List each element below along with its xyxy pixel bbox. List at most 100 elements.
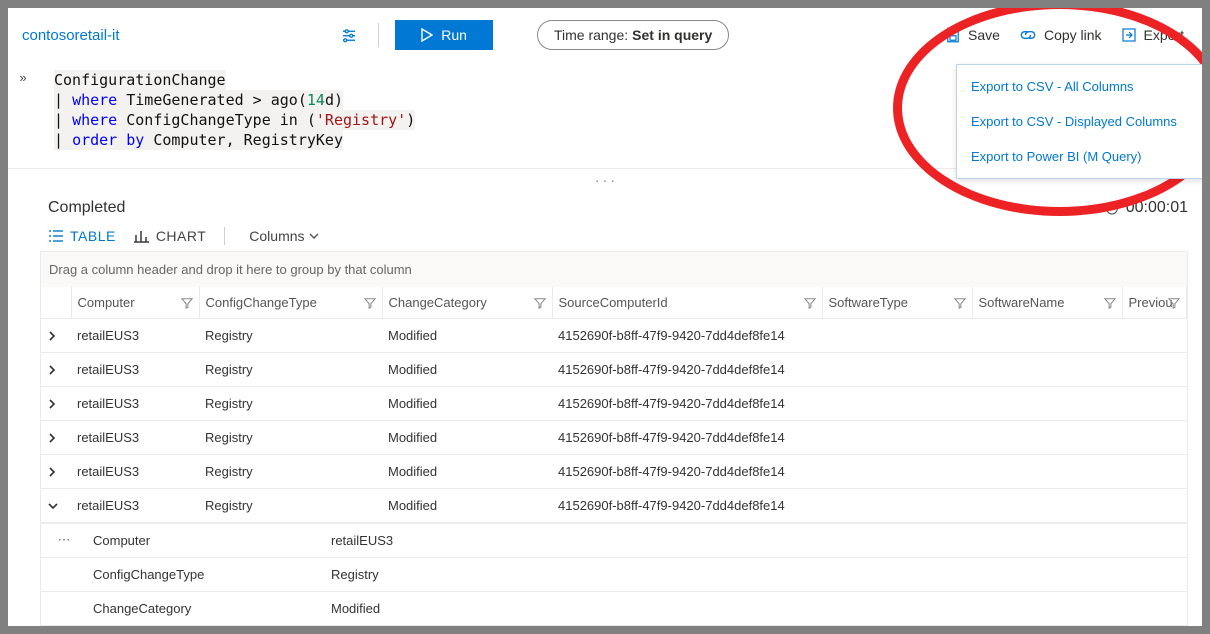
table-row: retailEUS3RegistryModified4152690f-b8ff-…	[41, 353, 1187, 387]
export-menu-item[interactable]: Export to Power BI (M Query)	[957, 139, 1202, 174]
cell	[822, 489, 972, 523]
cell: Modified	[382, 353, 552, 387]
cell: Registry	[199, 455, 382, 489]
view-toggle-bar: TABLE CHART Columns	[8, 217, 1202, 251]
detail-more-icon[interactable]	[41, 558, 87, 591]
export-icon	[1120, 26, 1138, 44]
column-header[interactable]: SourceComputerId	[552, 287, 822, 319]
cell	[822, 319, 972, 353]
time-range-dropdown[interactable]: Time range: Set in query	[537, 20, 729, 50]
save-icon	[944, 26, 962, 44]
column-header[interactable]: Previou	[1122, 287, 1187, 319]
cell: retailEUS3	[71, 387, 199, 421]
toolbar-separator	[378, 23, 379, 47]
cell	[1122, 387, 1187, 421]
detail-key: ChangeCategory	[87, 592, 325, 625]
filter-icon[interactable]	[181, 297, 193, 309]
cell: Modified	[382, 387, 552, 421]
table-row: retailEUS3RegistryModified4152690f-b8ff-…	[41, 455, 1187, 489]
cell: retailEUS3	[71, 319, 199, 353]
detail-more-icon[interactable]	[41, 592, 87, 625]
table-view-toggle[interactable]: TABLE	[48, 228, 116, 244]
detail-key: Computer	[87, 524, 325, 557]
row-expand-icon[interactable]	[41, 319, 71, 353]
cell: retailEUS3	[71, 353, 199, 387]
cell	[972, 421, 1122, 455]
cell: 4152690f-b8ff-47f9-9420-7dd4def8fe14	[552, 455, 822, 489]
cell	[822, 353, 972, 387]
cell: Modified	[382, 421, 552, 455]
export-menu-item[interactable]: Export to CSV - Displayed Columns	[957, 104, 1202, 139]
row-expand-icon[interactable]	[41, 421, 71, 455]
chart-icon	[134, 229, 150, 243]
row-expand-icon[interactable]	[41, 455, 71, 489]
detail-key: ConfigChangeType	[87, 558, 325, 591]
cell: Modified	[382, 489, 552, 523]
run-button[interactable]: Run	[395, 20, 493, 50]
run-label: Run	[441, 27, 467, 43]
cell: Registry	[199, 387, 382, 421]
row-expand-icon[interactable]	[41, 387, 71, 421]
columns-dropdown[interactable]: Columns	[243, 228, 318, 244]
export-menu-item[interactable]: Export to CSV - All Columns	[957, 69, 1202, 104]
cell	[822, 387, 972, 421]
detail-row: ConfigChangeTypeRegistry	[41, 558, 1187, 592]
filter-icon[interactable]	[1168, 297, 1180, 309]
cell: Registry	[199, 421, 382, 455]
row-expand-icon[interactable]	[41, 353, 71, 387]
status-bar: Completed 00:00:01	[8, 191, 1202, 217]
query-timer: 00:00:01	[1104, 199, 1188, 217]
cell	[972, 489, 1122, 523]
detail-row: ⋯ComputerretailEUS3	[41, 524, 1187, 558]
chevron-down-icon	[309, 231, 319, 241]
cell	[1122, 421, 1187, 455]
settings-icon[interactable]	[336, 22, 362, 48]
cell: 4152690f-b8ff-47f9-9420-7dd4def8fe14	[552, 489, 822, 523]
table-row: retailEUS3RegistryModified4152690f-b8ff-…	[41, 421, 1187, 455]
detail-value: Registry	[325, 558, 1187, 591]
cell: retailEUS3	[71, 489, 199, 523]
cell	[1122, 353, 1187, 387]
row-details-panel: ⋯ComputerretailEUS3ConfigChangeTypeRegis…	[40, 524, 1188, 626]
column-header[interactable]: SoftwareName	[972, 287, 1122, 319]
cell	[822, 455, 972, 489]
filter-icon[interactable]	[1104, 297, 1116, 309]
copy-link-button[interactable]: Copy link	[1014, 22, 1106, 48]
table-row: retailEUS3RegistryModified4152690f-b8ff-…	[41, 489, 1187, 523]
table-icon	[48, 229, 64, 243]
cell	[972, 319, 1122, 353]
filter-icon[interactable]	[954, 297, 966, 309]
table-row: retailEUS3RegistryModified4152690f-b8ff-…	[41, 319, 1187, 353]
query-editor[interactable]: ConfigurationChange | where TimeGenerate…	[38, 56, 419, 168]
column-header[interactable]: Computer	[71, 287, 199, 319]
export-menu: Export to CSV - All ColumnsExport to CSV…	[956, 64, 1202, 179]
clock-icon	[1104, 200, 1120, 216]
status-label: Completed	[48, 199, 125, 217]
cell: 4152690f-b8ff-47f9-9420-7dd4def8fe14	[552, 319, 822, 353]
column-header[interactable]: SoftwareType	[822, 287, 972, 319]
column-header[interactable]: ConfigChangeType	[199, 287, 382, 319]
detail-value: retailEUS3	[325, 524, 1187, 557]
cell	[972, 387, 1122, 421]
cell: 4152690f-b8ff-47f9-9420-7dd4def8fe14	[552, 387, 822, 421]
filter-icon[interactable]	[804, 297, 816, 309]
workspace-link[interactable]: contosoretail-it	[22, 27, 126, 44]
time-range-prefix: Time range:	[554, 27, 628, 43]
cell	[1122, 319, 1187, 353]
filter-icon[interactable]	[534, 297, 546, 309]
save-button[interactable]: Save	[940, 22, 1004, 48]
cell: Registry	[199, 353, 382, 387]
export-button[interactable]: Export	[1116, 22, 1188, 48]
cell: 4152690f-b8ff-47f9-9420-7dd4def8fe14	[552, 421, 822, 455]
detail-more-icon[interactable]: ⋯	[41, 524, 87, 557]
view-separator	[224, 227, 225, 245]
results-table: ComputerConfigChangeTypeChangeCategorySo…	[40, 287, 1188, 524]
cell: Registry	[199, 489, 382, 523]
expand-panel-icon[interactable]: »	[8, 56, 38, 85]
row-expand-icon[interactable]	[41, 489, 71, 523]
chart-view-toggle[interactable]: CHART	[134, 228, 206, 244]
filter-icon[interactable]	[364, 297, 376, 309]
group-by-bar[interactable]: Drag a column header and drop it here to…	[40, 251, 1188, 287]
column-header[interactable]: ChangeCategory	[382, 287, 552, 319]
cell: retailEUS3	[71, 455, 199, 489]
